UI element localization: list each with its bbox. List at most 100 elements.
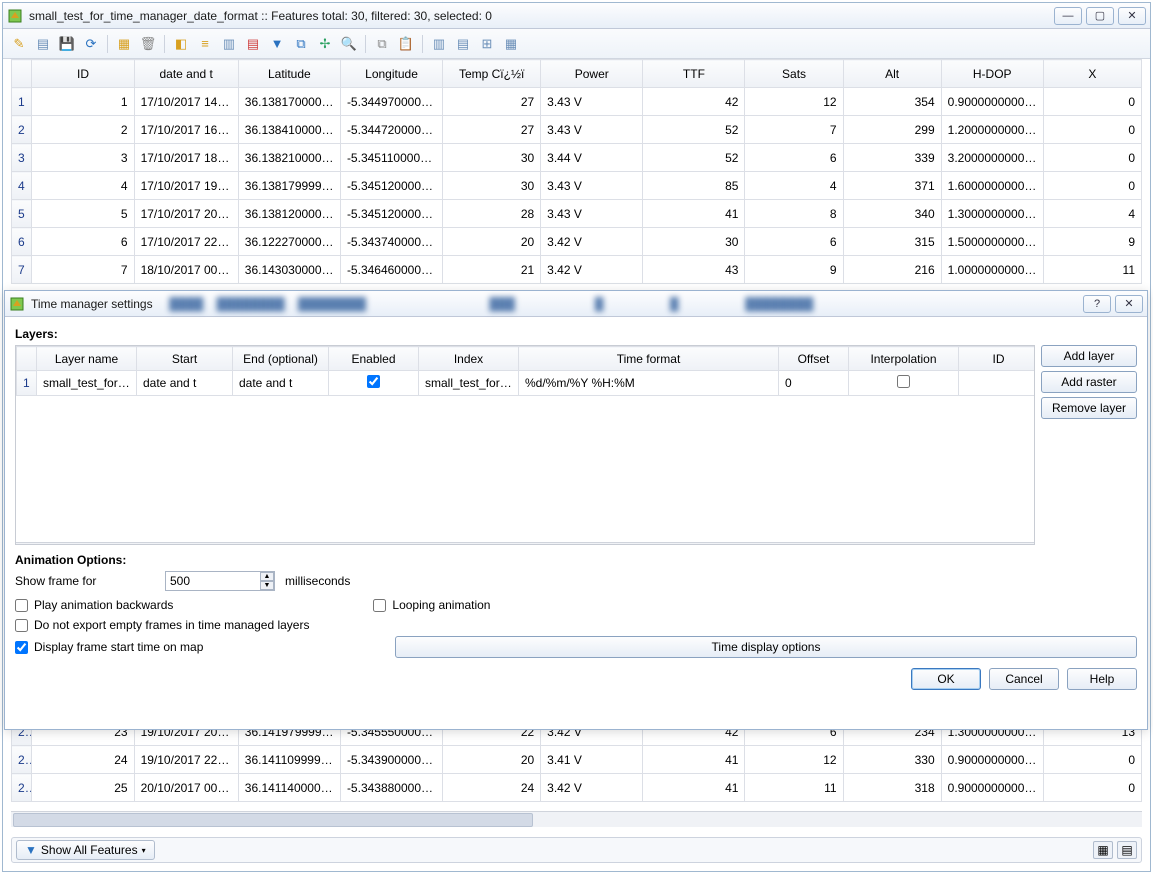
frame-duration-input[interactable] [165, 571, 275, 591]
cell-alt[interactable]: 354 [843, 88, 941, 116]
col-header[interactable]: Longitude [340, 60, 442, 88]
play-backwards-row[interactable]: Play animation backwards [15, 598, 173, 612]
cell-power[interactable]: 3.43 V [541, 88, 643, 116]
layer-offset-cell[interactable]: 0 [779, 371, 849, 396]
copy-icon[interactable]: ⧉ [372, 34, 392, 54]
cell-x[interactable]: 0 [1043, 144, 1141, 172]
cell-sats[interactable]: 4 [745, 172, 843, 200]
cell-power[interactable]: 3.42 V [541, 228, 643, 256]
layer-col-header[interactable]: Time format [519, 347, 779, 371]
cell-lat[interactable]: 36.13817999999… [238, 172, 340, 200]
cell-id[interactable]: 6 [32, 228, 134, 256]
minimize-button[interactable]: — [1054, 7, 1082, 25]
cell-power[interactable]: 3.42 V [541, 256, 643, 284]
display-start-checkbox[interactable] [15, 641, 28, 654]
cell-date[interactable]: 19/10/2017 22:00 [134, 746, 238, 774]
paste-icon[interactable]: 📋 [396, 34, 416, 54]
cell-sats[interactable]: 8 [745, 200, 843, 228]
cell-date[interactable]: 17/10/2017 22:00 [134, 228, 238, 256]
cell-ttf[interactable]: 52 [643, 116, 745, 144]
col-header[interactable]: date and t [134, 60, 238, 88]
cell-lon[interactable]: -5.34646000000… [340, 256, 442, 284]
layer-col-header[interactable]: ID [959, 347, 1035, 371]
cell-alt[interactable]: 371 [843, 172, 941, 200]
cell-sats[interactable]: 6 [745, 228, 843, 256]
new-column-icon[interactable]: ▥ [429, 34, 449, 54]
cell-x[interactable]: 0 [1043, 774, 1141, 802]
cell-rownum[interactable]: 25 [12, 774, 32, 802]
cell-x[interactable]: 0 [1043, 172, 1141, 200]
layer-interp-cell[interactable] [849, 371, 959, 396]
cell-sats[interactable]: 6 [745, 144, 843, 172]
cell-power[interactable]: 3.43 V [541, 200, 643, 228]
cell-id[interactable]: 24 [32, 746, 134, 774]
layer-row[interactable]: 1 small_test_for_t… date and t date and … [17, 371, 1035, 396]
cell-lon[interactable]: -5.34374000000… [340, 228, 442, 256]
col-header[interactable]: Power [541, 60, 643, 88]
cell-hdop[interactable]: 1.300000000000… [941, 200, 1043, 228]
noexport-checkbox[interactable] [15, 619, 28, 632]
cell-rownum[interactable]: 4 [12, 172, 32, 200]
table-row[interactable]: 6617/10/2017 22:0036.12227000000…-5.3437… [12, 228, 1142, 256]
cell-ttf[interactable]: 41 [643, 774, 745, 802]
table-row[interactable]: 4417/10/2017 19:0036.13817999999…-5.3451… [12, 172, 1142, 200]
cell-date[interactable]: 17/10/2017 18:00 [134, 144, 238, 172]
dialog-close-button[interactable]: ✕ [1115, 295, 1143, 313]
cell-alt[interactable]: 318 [843, 774, 941, 802]
cell-lat[interactable]: 36.12227000000… [238, 228, 340, 256]
refresh-icon[interactable]: ⟳ [81, 34, 101, 54]
table-row[interactable]: 5517/10/2017 20:0036.13812000000…-5.3451… [12, 200, 1142, 228]
cell-hdop[interactable]: 3.200000000000… [941, 144, 1043, 172]
layer-col-header[interactable]: Start [137, 347, 233, 371]
close-button[interactable]: ✕ [1118, 7, 1146, 25]
cell-alt[interactable]: 340 [843, 200, 941, 228]
cell-x[interactable]: 4 [1043, 200, 1141, 228]
save-icon[interactable]: 💾 [57, 34, 77, 54]
cell-sats[interactable]: 7 [745, 116, 843, 144]
col-header[interactable]: Latitude [238, 60, 340, 88]
filter-remove-icon[interactable]: ▤ [243, 34, 263, 54]
maximize-button[interactable]: ▢ [1086, 7, 1114, 25]
cell-ttf[interactable]: 41 [643, 200, 745, 228]
filter-icon[interactable]: ▼ [267, 34, 287, 54]
cell-lat[interactable]: 36.14114000000… [238, 774, 340, 802]
cell-lat[interactable]: 36.13841000000… [238, 116, 340, 144]
table-row[interactable]: 7718/10/2017 00:0036.14303000000…-5.3464… [12, 256, 1142, 284]
col-header[interactable]: X [1043, 60, 1141, 88]
cell-alt[interactable]: 339 [843, 144, 941, 172]
cell-rownum[interactable]: 3 [12, 144, 32, 172]
cell-rownum[interactable]: 2 [12, 116, 32, 144]
cell-lon[interactable]: -5.34390000000… [340, 746, 442, 774]
layer-col-header[interactable]: Index [419, 347, 519, 371]
cell-id[interactable]: 3 [32, 144, 134, 172]
cell-hdop[interactable]: 0.900000000000… [941, 88, 1043, 116]
zoom-to-icon[interactable]: 🔍 [339, 34, 359, 54]
cell-lon[interactable]: -5.34512000000… [340, 200, 442, 228]
cell-hdop[interactable]: 1.000000000000… [941, 256, 1043, 284]
cell-x[interactable]: 0 [1043, 88, 1141, 116]
main-titlebar[interactable]: small_test_for_time_manager_date_format … [3, 3, 1150, 29]
cell-date[interactable]: 20/10/2017 00:00 [134, 774, 238, 802]
col-header[interactable]: Sats [745, 60, 843, 88]
cell-x[interactable]: 11 [1043, 256, 1141, 284]
attribute-table[interactable]: IDdate and tLatitudeLongitudeTemp Cï¿½ïP… [11, 59, 1142, 284]
cell-lat[interactable]: 36.14303000000… [238, 256, 340, 284]
cell-hdop[interactable]: 1.600000000000… [941, 172, 1043, 200]
cell-x[interactable]: 0 [1043, 116, 1141, 144]
cell-lon[interactable]: -5.34472000000… [340, 116, 442, 144]
ok-button[interactable]: OK [911, 668, 981, 690]
delete-column-icon[interactable]: ▤ [453, 34, 473, 54]
cell-rownum[interactable]: 7 [12, 256, 32, 284]
cell-alt[interactable]: 299 [843, 116, 941, 144]
pan-to-icon[interactable]: ✢ [315, 34, 335, 54]
display-start-row[interactable]: Display frame start time on map [15, 640, 385, 654]
cell-rownum[interactable]: 1 [12, 88, 32, 116]
cell-ttf[interactable]: 52 [643, 144, 745, 172]
cell-temp[interactable]: 27 [443, 88, 541, 116]
select-icon[interactable]: ◧ [171, 34, 191, 54]
layers-hscrollbar[interactable] [16, 542, 1034, 545]
spin-down-button[interactable]: ▼ [260, 581, 274, 590]
cell-power[interactable]: 3.43 V [541, 172, 643, 200]
layer-name-cell[interactable]: small_test_for_t… [37, 371, 137, 396]
move-top-icon[interactable]: ⧉ [291, 34, 311, 54]
